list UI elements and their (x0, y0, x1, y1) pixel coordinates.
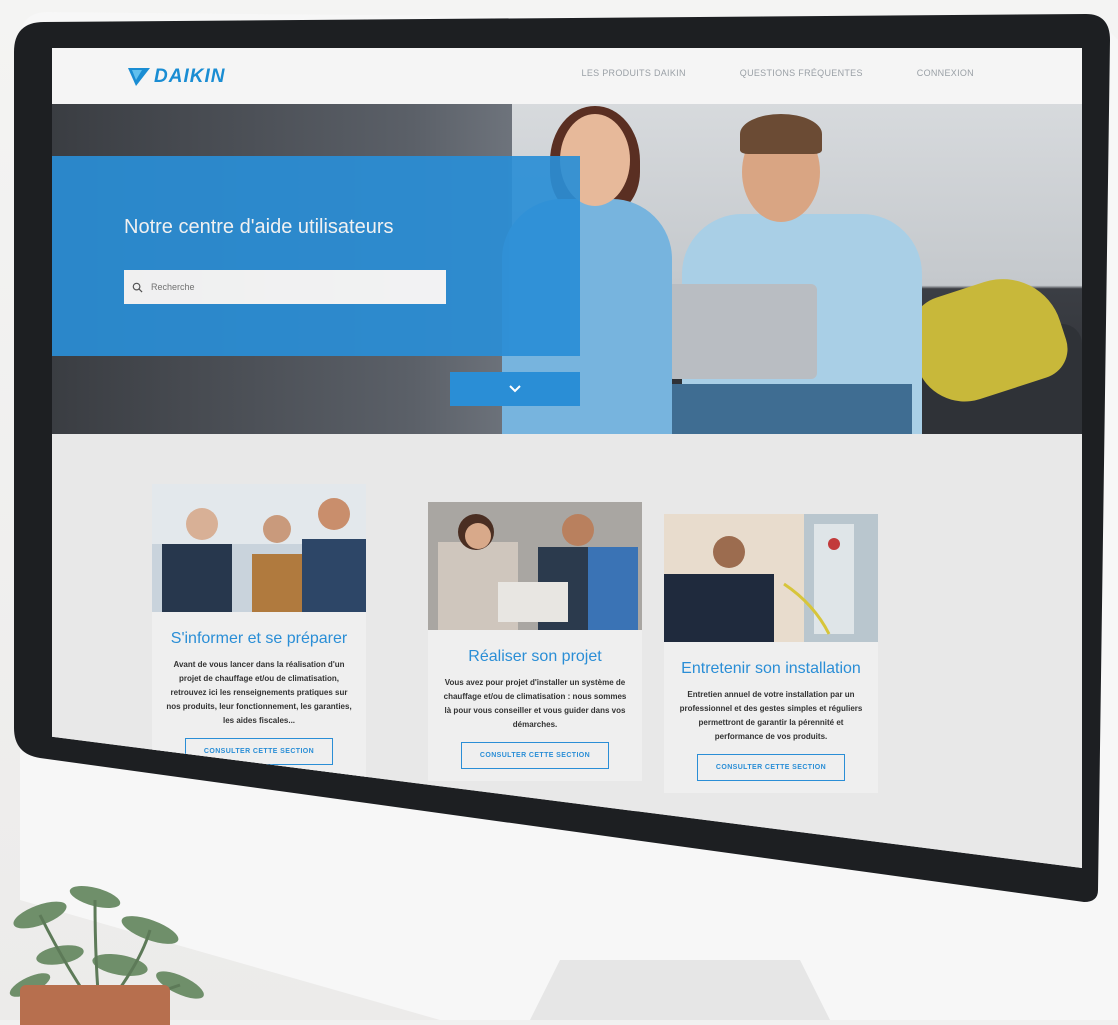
card-title: Entretenir son installation (681, 660, 861, 677)
chevron-down-icon (509, 385, 521, 393)
consult-section-button[interactable]: CONSULTER CETTE SECTION (696, 753, 846, 781)
hero-photo-man-hair (740, 114, 822, 154)
hero-photo-jeans (652, 384, 912, 434)
hero-banner: Notre centre d'aide utilisateurs (52, 104, 1082, 434)
scroll-down-button[interactable] (450, 372, 580, 406)
main-nav: LES PRODUITS DAIKIN QUESTIONS FRÉQUENTES… (582, 68, 974, 78)
plant-pot (20, 985, 170, 1025)
section-card-maintain: Entretenir son installation Entretien an… (664, 514, 878, 793)
card-description: Vous avez pour projet d'installer un sys… (443, 677, 627, 729)
nav-link-products[interactable]: LES PRODUITS DAIKIN (582, 68, 686, 78)
website-screen: DAIKIN LES PRODUITS DAIKIN QUESTIONS FRÉ… (52, 48, 1082, 868)
search-input[interactable] (149, 281, 413, 293)
nav-link-faq[interactable]: QUESTIONS FRÉQUENTES (740, 68, 863, 78)
logo-text: DAIKIN (154, 66, 226, 87)
search-box[interactable] (124, 270, 446, 304)
search-icon (132, 282, 143, 293)
card-title: Réaliser son projet (468, 648, 602, 665)
section-card-inform: S'informer et se préparer Avant de vous … (152, 484, 366, 777)
hero-panel: Notre centre d'aide utilisateurs (52, 156, 580, 356)
daikin-logo-icon (128, 68, 150, 86)
card-image-technician (664, 514, 878, 642)
hero-photo-laptop (667, 284, 817, 379)
card-description: Entretien annuel de votre installation p… (679, 689, 863, 741)
card-description: Avant de vous lancer dans la réalisation… (166, 659, 352, 725)
consult-section-button[interactable]: CONSULTER CETTE SECTION (460, 741, 610, 769)
card-image-meeting (152, 484, 366, 612)
card-image-consultation (428, 502, 642, 630)
card-title: S'informer et se préparer (170, 630, 348, 647)
hero-title: Notre centre d'aide utilisateurs (124, 216, 394, 238)
nav-link-login[interactable]: CONNEXION (917, 68, 974, 78)
site-header: DAIKIN LES PRODUITS DAIKIN QUESTIONS FRÉ… (52, 48, 1082, 105)
section-card-project: Réaliser son projet Vous avez pour proje… (428, 502, 642, 781)
daikin-logo[interactable]: DAIKIN (128, 66, 225, 88)
